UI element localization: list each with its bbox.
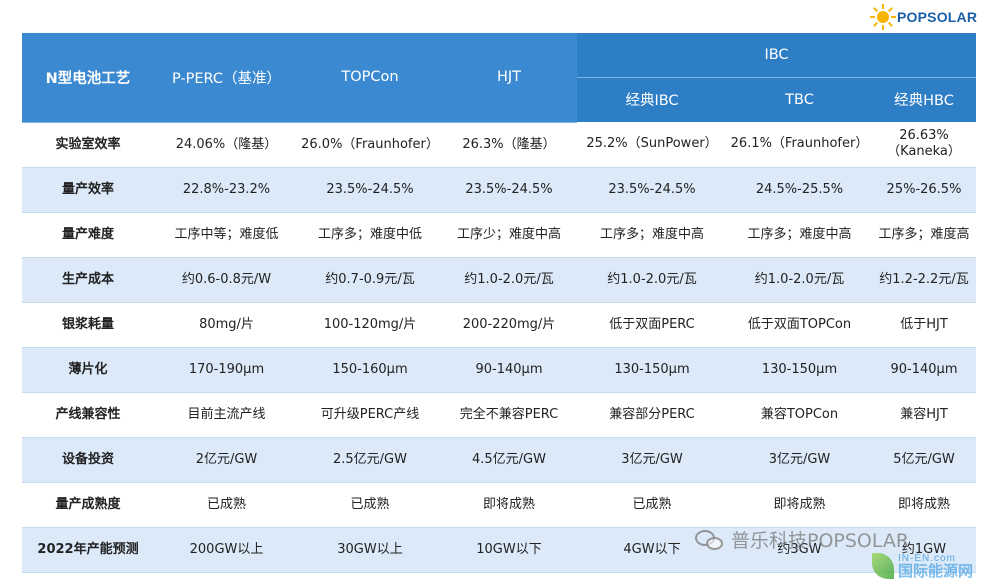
table-cell: 工序多；难度中低 — [299, 212, 441, 258]
table-cell: 26.3%（隆基） — [441, 122, 577, 168]
table-cell: 170-190μm — [154, 347, 299, 393]
row-label: 薄片化 — [22, 347, 154, 393]
table-cell: 低于双面PERC — [577, 302, 727, 348]
table-cell: 2亿元/GW — [154, 437, 299, 483]
row-label: 2022年产能预测 — [22, 527, 154, 573]
table-cell: 23.5%-24.5% — [577, 167, 727, 213]
table-cell: 10GW以下 — [441, 527, 577, 573]
table-cell: 200-220mg/片 — [441, 302, 577, 348]
header-hjt: HJT — [441, 33, 577, 123]
header-classic-hbc: 经典HBC — [872, 77, 976, 122]
table-cell: 24.06%（隆基） — [154, 122, 299, 168]
table-body: 实验室效率 24.06%（隆基） 26.0%（Fraunhofer） 26.3%（隆基… — [22, 122, 976, 573]
table-cell: 约1.0-2.0元/瓦 — [441, 257, 577, 303]
table-cell: 4.5亿元/GW — [441, 437, 577, 483]
header-ibc-group: IBC — [577, 33, 976, 78]
table-row: 设备投资 2亿元/GW 2.5亿元/GW 4.5亿元/GW 3亿元/GW 3亿元/GW 5亿… — [22, 437, 976, 483]
table-cell: 目前主流产线 — [154, 392, 299, 438]
site-watermark: IN-EN.com 国际能源网 — [872, 553, 973, 579]
header-tbc: TBC — [727, 77, 872, 122]
table-cell: 兼容HJT — [872, 392, 976, 438]
table-cell: 工序少；难度中高 — [441, 212, 577, 258]
row-label: 银浆耗量 — [22, 302, 154, 348]
table-cell: 3亿元/GW — [727, 437, 872, 483]
table-cell: 约1.0-2.0元/瓦 — [727, 257, 872, 303]
table-row: 实验室效率 24.06%（隆基） 26.0%（Fraunhofer） 26.3%（隆基… — [22, 122, 976, 168]
table-row: 量产效率 22.8%-23.2% 23.5%-24.5% 23.5%-24.5% 23.… — [22, 167, 976, 213]
row-label: 实验室效率 — [22, 122, 154, 168]
table-cell: 26.0%（Fraunhofer） — [299, 122, 441, 168]
table-cell: 完全不兼容PERC — [441, 392, 577, 438]
table-cell: 130-150μm — [727, 347, 872, 393]
table-row: 量产成熟度 已成熟 已成熟 即将成熟 已成熟 即将成熟 即将成熟 — [22, 482, 976, 528]
n-type-cell-comparison-table: N型电池工艺 P-PERC（基准） TOPCon HJT IBC 经典IBC T… — [22, 33, 976, 573]
row-label: 量产难度 — [22, 212, 154, 258]
header-classic-ibc: 经典IBC — [577, 77, 727, 122]
table-cell: 约0.7-0.9元/瓦 — [299, 257, 441, 303]
table-cell: 2.5亿元/GW — [299, 437, 441, 483]
table-cell: 26.63%（Kaneka） — [872, 122, 976, 168]
table-cell: 可升级PERC产线 — [299, 392, 441, 438]
table-cell: 即将成熟 — [727, 482, 872, 528]
table-cell: 工序中等；难度低 — [154, 212, 299, 258]
leaf-icon — [872, 553, 894, 579]
table-cell: 26.1%（Fraunhofer） — [727, 122, 872, 168]
table-cell: 100-120mg/片 — [299, 302, 441, 348]
wechat-watermark: 普乐科技POPSOLAR — [695, 526, 909, 553]
table-cell: 150-160μm — [299, 347, 441, 393]
table-cell: 低于双面TOPCon — [727, 302, 872, 348]
table-cell: 已成熟 — [154, 482, 299, 528]
site-name: 国际能源网 — [898, 561, 974, 580]
table-cell: 90-140μm — [441, 347, 577, 393]
table-cell: 25%-26.5% — [872, 167, 976, 213]
sun-icon — [870, 4, 896, 30]
table-cell: 即将成熟 — [441, 482, 577, 528]
popsolar-logo: POPSOLAR — [870, 2, 977, 32]
table-cell: 约0.6-0.8元/W — [154, 257, 299, 303]
table-row: 生产成本 约0.6-0.8元/W 约0.7-0.9元/瓦 约1.0-2.0元/瓦 约1.… — [22, 257, 976, 303]
row-label: 设备投资 — [22, 437, 154, 483]
table-cell: 200GW以上 — [154, 527, 299, 573]
row-label: 量产成熟度 — [22, 482, 154, 528]
wechat-icon — [695, 528, 725, 552]
table-cell: 兼容部分PERC — [577, 392, 727, 438]
table-row: 薄片化 170-190μm 150-160μm 90-140μm 130-150μm 13… — [22, 347, 976, 393]
table-cell: 已成熟 — [577, 482, 727, 528]
table-cell: 已成熟 — [299, 482, 441, 528]
table-cell: 23.5%-24.5% — [441, 167, 577, 213]
table-cell: 兼容TOPCon — [727, 392, 872, 438]
table-cell: 90-140μm — [872, 347, 976, 393]
table-cell: 80mg/片 — [154, 302, 299, 348]
table-row: 产线兼容性 目前主流产线 可升级PERC产线 完全不兼容PERC 兼容部分PERC 兼容T… — [22, 392, 976, 438]
header-topcon: TOPCon — [299, 33, 441, 123]
table-cell: 即将成熟 — [872, 482, 976, 528]
table-cell: 130-150μm — [577, 347, 727, 393]
table-cell: 工序多；难度中高 — [727, 212, 872, 258]
wechat-watermark-text: 普乐科技POPSOLAR — [731, 530, 910, 552]
table-cell: 工序多；难度中高 — [577, 212, 727, 258]
table-cell: 约1.0-2.0元/瓦 — [577, 257, 727, 303]
row-label: 产线兼容性 — [22, 392, 154, 438]
header-p-perc: P-PERC（基准） — [154, 33, 299, 123]
row-label: 量产效率 — [22, 167, 154, 213]
table-row: 量产难度 工序中等；难度低 工序多；难度中低 工序少；难度中高 工序多；难度中高 工序多；… — [22, 212, 976, 258]
row-label: 生产成本 — [22, 257, 154, 303]
table-cell: 24.5%-25.5% — [727, 167, 872, 213]
header-process: N型电池工艺 — [22, 33, 154, 123]
table-cell: 约1.2-2.2元/瓦 — [872, 257, 976, 303]
table-cell: 23.5%-24.5% — [299, 167, 441, 213]
table-cell: 5亿元/GW — [872, 437, 976, 483]
table-cell: 低于HJT — [872, 302, 976, 348]
table-cell: 30GW以上 — [299, 527, 441, 573]
table-cell: 22.8%-23.2% — [154, 167, 299, 213]
table-cell: 25.2%（SunPower） — [577, 122, 727, 168]
table-cell: 工序多；难度高 — [872, 212, 976, 258]
table-row: 银浆耗量 80mg/片 100-120mg/片 200-220mg/片 低于双面PERC… — [22, 302, 976, 348]
table-cell: 3亿元/GW — [577, 437, 727, 483]
logo-text: POPSOLAR — [897, 9, 978, 25]
